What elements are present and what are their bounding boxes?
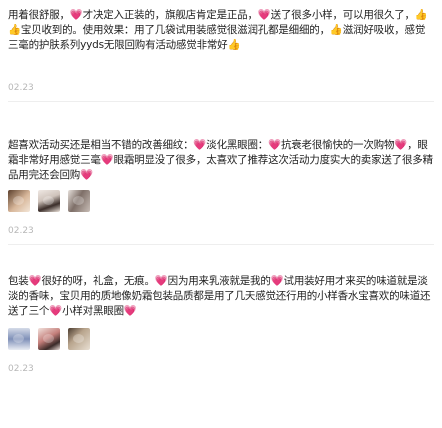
review-feed: 用着很舒服，💗才决定入正装的，旗舰店肯定是正品，💗送了很多小样，可以用很久了，👍… (0, 0, 442, 428)
review-date: 02.23 (8, 83, 34, 93)
review-photo-thumbnail[interactable] (8, 328, 30, 350)
review-photo-thumbnail[interactable] (38, 328, 60, 350)
review-item: 包装💗很好的呀，礼盒，无痕。💗因为用来乳液就是我的💗试用装好用才来买的味道就是淡… (0, 274, 442, 374)
review-photo-thumbnail[interactable] (68, 328, 90, 350)
review-images (8, 190, 434, 212)
review-text: 超喜欢活动买还是相当不错的改善细纹：💗淡化黑眼圈：💗抗衰老很愉快的一次购物💗，眼… (8, 139, 433, 181)
review-photo-thumbnail[interactable] (8, 190, 30, 212)
review-photo-thumbnail[interactable] (68, 190, 90, 212)
divider (8, 244, 434, 245)
review-item: 超喜欢活动买还是相当不错的改善细纹：💗淡化黑眼圈：💗抗衰老很愉快的一次购物💗，眼… (0, 138, 442, 245)
review-text: 用着很舒服，💗才决定入正装的，旗舰店肯定是正品，💗送了很多小样，可以用很久了，👍… (8, 9, 428, 51)
review-text: 包装💗很好的呀，礼盒，无痕。💗因为用来乳液就是我的💗试用装好用才来买的味道就是淡… (8, 275, 431, 317)
review-photo-thumbnail[interactable] (38, 190, 60, 212)
review-images (8, 328, 434, 350)
divider (8, 101, 434, 102)
review-item: 用着很舒服，💗才决定入正装的，旗舰店肯定是正品，💗送了很多小样，可以用很久了，👍… (0, 8, 442, 102)
review-date: 02.23 (8, 364, 34, 374)
review-date: 02.23 (8, 226, 34, 236)
